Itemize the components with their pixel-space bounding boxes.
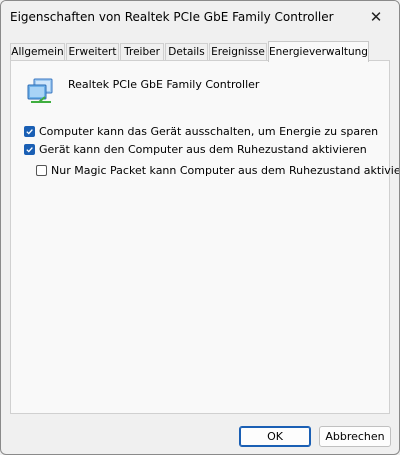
tab-label: Ereignisse <box>211 46 265 58</box>
option-label: Gerät kann den Computer aus dem Ruhezust… <box>39 143 367 156</box>
checkmark-icon <box>26 129 33 135</box>
option-label: Computer kann das Gerät ausschalten, um … <box>39 125 379 138</box>
device-name: Realtek PCIe GbE Family Controller <box>68 78 260 91</box>
tab-label: Treiber <box>124 46 160 58</box>
window-title: Eigenschaften von Realtek PCIe GbE Famil… <box>10 10 334 24</box>
checkbox-power-off[interactable] <box>24 126 35 137</box>
close-button[interactable]: ✕ <box>353 1 399 33</box>
tab-energieverwaltung[interactable]: Energieverwaltung <box>268 41 369 62</box>
tab-strip: Allgemein Erweitert Treiber Details Erei… <box>10 41 390 62</box>
title-bar: Eigenschaften von Realtek PCIe GbE Famil… <box>1 1 399 33</box>
tab-ereignisse[interactable]: Ereignisse <box>209 43 267 60</box>
tab-erweitert[interactable]: Erweitert <box>66 43 119 60</box>
tab-panel-energieverwaltung: Realtek PCIe GbE Family Controller Compu… <box>10 60 399 414</box>
button-label: OK <box>267 430 283 443</box>
option-power-off[interactable]: Computer kann das Gerät ausschalten, um … <box>24 125 378 138</box>
tab-label: Erweitert <box>68 46 117 58</box>
cancel-button[interactable]: Abbrechen <box>319 426 391 447</box>
tab-treiber[interactable]: Treiber <box>120 43 164 60</box>
network-adapter-icon <box>25 75 57 107</box>
button-label: Abbrechen <box>325 430 385 443</box>
checkmark-icon <box>26 147 33 153</box>
checkbox-magic-packet[interactable] <box>36 165 47 176</box>
checkbox-wake[interactable] <box>24 144 35 155</box>
tab-details[interactable]: Details <box>165 43 208 60</box>
tab-label: Details <box>168 46 205 58</box>
option-label: Nur Magic Packet kann Computer aus dem R… <box>51 164 400 177</box>
tab-allgemein[interactable]: Allgemein <box>10 43 65 60</box>
option-magic-packet[interactable]: Nur Magic Packet kann Computer aus dem R… <box>36 164 400 177</box>
option-wake[interactable]: Gerät kann den Computer aus dem Ruhezust… <box>24 143 367 156</box>
ok-button[interactable]: OK <box>239 426 311 447</box>
close-icon: ✕ <box>369 8 383 26</box>
properties-dialog: Eigenschaften von Realtek PCIe GbE Famil… <box>0 0 400 455</box>
tab-label: Energieverwaltung <box>269 46 368 58</box>
tab-label: Allgemein <box>11 46 64 58</box>
